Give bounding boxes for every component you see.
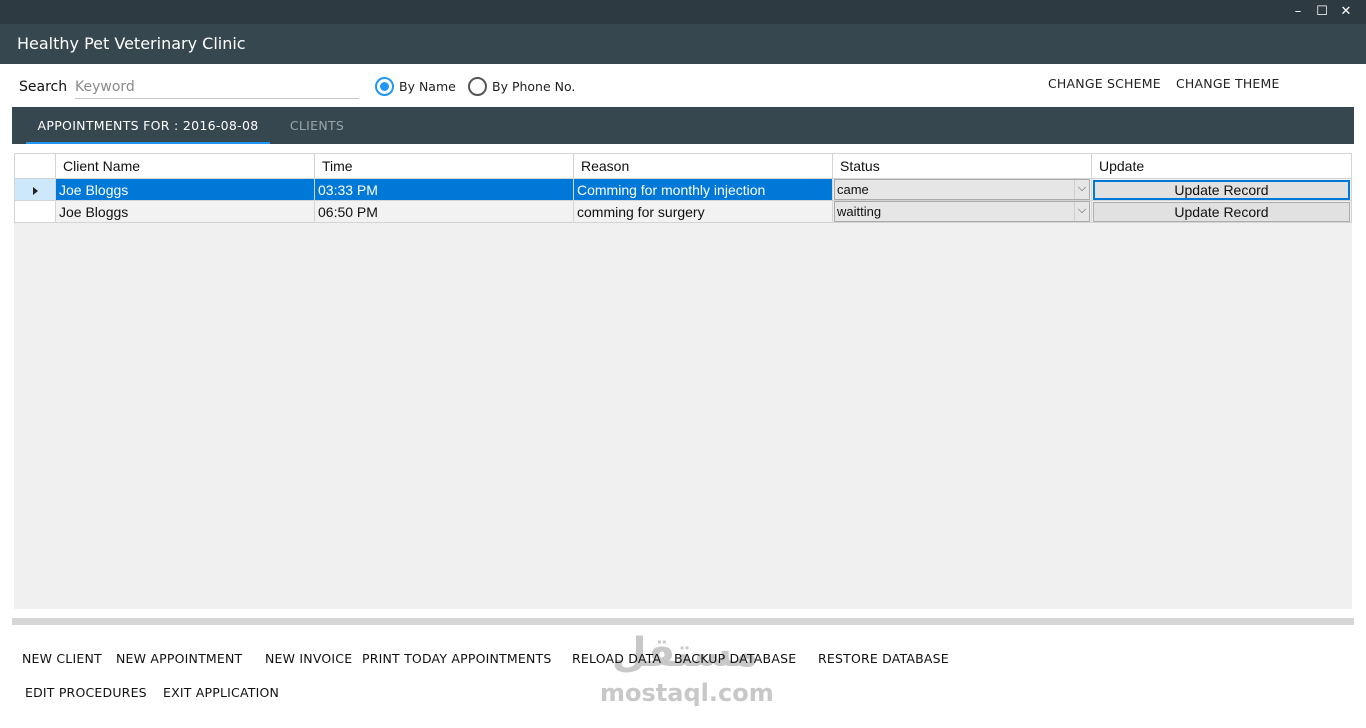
new-invoice-button[interactable]: NEW INVOICE (265, 651, 352, 666)
tab-clients[interactable]: CLIENTS (282, 107, 352, 144)
search-label: Search (19, 79, 68, 95)
column-header-update[interactable]: Update (1091, 153, 1352, 179)
table-row[interactable]: Joe Bloggs 06:50 PM comming for surgery … (14, 200, 1352, 223)
search-input[interactable] (75, 76, 359, 99)
maximize-icon[interactable]: ☐ (1310, 0, 1334, 24)
status-select-value: waitting (837, 204, 882, 219)
print-today-appointments-button[interactable]: PRINT TODAY APPOINTMENTS (362, 651, 551, 666)
cell-update: Update Record (1091, 200, 1352, 223)
tab-indicator (26, 142, 270, 144)
appointments-grid: Client Name Time Reason Status Update Jo… (14, 153, 1352, 609)
cell-time[interactable]: 03:33 PM (314, 178, 574, 201)
chevron-down-icon[interactable]: ⌵ (1074, 180, 1089, 199)
radio-by-phone-label: By Phone No. (492, 79, 576, 94)
backup-database-button[interactable]: BACKUP DATABASE (674, 651, 796, 666)
radio-checked-icon (375, 77, 394, 96)
update-record-button[interactable]: Update Record (1093, 179, 1350, 200)
radio-unchecked-icon (468, 77, 487, 96)
new-appointment-button[interactable]: NEW APPOINTMENT (116, 651, 242, 666)
table-row[interactable]: Joe Bloggs 03:33 PM Comming for monthly … (14, 178, 1352, 201)
app-header: Healthy Pet Veterinary Clinic (0, 24, 1366, 64)
restore-database-button[interactable]: RESTORE DATABASE (818, 651, 949, 666)
column-header-client[interactable]: Client Name (55, 153, 315, 179)
app-title: Healthy Pet Veterinary Clinic (17, 34, 246, 53)
table-header-row: Client Name Time Reason Status Update (14, 153, 1352, 179)
update-record-button[interactable]: Update Record (1093, 201, 1350, 222)
chevron-down-icon[interactable]: ⌵ (1074, 202, 1089, 221)
minimize-icon[interactable]: – (1286, 0, 1310, 24)
cell-reason[interactable]: Comming for monthly injection (573, 178, 833, 201)
cell-reason[interactable]: comming for surgery (573, 200, 833, 223)
radio-by-name-label: By Name (399, 79, 456, 94)
cell-time[interactable]: 06:50 PM (314, 200, 574, 223)
close-icon[interactable]: ✕ (1334, 0, 1358, 24)
mostaql-watermark: مستقل mostaql.com (600, 628, 774, 714)
radio-by-name[interactable]: By Name (375, 77, 460, 96)
tab-appointments[interactable]: APPOINTMENTS FOR : 2016-08-08 (26, 107, 270, 144)
window-titlebar: – ☐ ✕ (0, 0, 1366, 24)
column-header-status[interactable]: Status (832, 153, 1092, 179)
status-select[interactable]: came ⌵ (834, 179, 1090, 200)
radio-by-phone[interactable]: By Phone No. (468, 77, 578, 96)
section-divider (12, 618, 1354, 625)
change-theme-button[interactable]: CHANGE THEME (1176, 76, 1280, 91)
tab-bar: APPOINTMENTS FOR : 2016-08-08 CLIENTS (12, 107, 1354, 144)
cell-status[interactable]: waitting ⌵ (832, 200, 1092, 223)
current-row-arrow-icon (32, 186, 38, 195)
edit-procedures-button[interactable]: EDIT PROCEDURES (25, 685, 147, 700)
column-header-time[interactable]: Time (314, 153, 574, 179)
new-client-button[interactable]: NEW CLIENT (22, 651, 102, 666)
cell-client[interactable]: Joe Bloggs (55, 200, 315, 223)
appointments-table: Client Name Time Reason Status Update Jo… (14, 153, 1352, 223)
row-header[interactable] (14, 178, 56, 201)
row-header-corner (14, 153, 56, 179)
reload-data-button[interactable]: RELOAD DATA (572, 651, 661, 666)
status-select-value: came (837, 182, 869, 197)
change-scheme-button[interactable]: CHANGE SCHEME (1048, 76, 1161, 91)
watermark-latin: mostaql.com (600, 679, 774, 707)
cell-status[interactable]: came ⌵ (832, 178, 1092, 201)
status-select[interactable]: waitting ⌵ (834, 201, 1090, 222)
row-header[interactable] (14, 200, 56, 223)
exit-application-button[interactable]: EXIT APPLICATION (163, 685, 279, 700)
cell-update: Update Record (1091, 178, 1352, 201)
column-header-reason[interactable]: Reason (573, 153, 833, 179)
cell-client[interactable]: Joe Bloggs (55, 178, 315, 201)
